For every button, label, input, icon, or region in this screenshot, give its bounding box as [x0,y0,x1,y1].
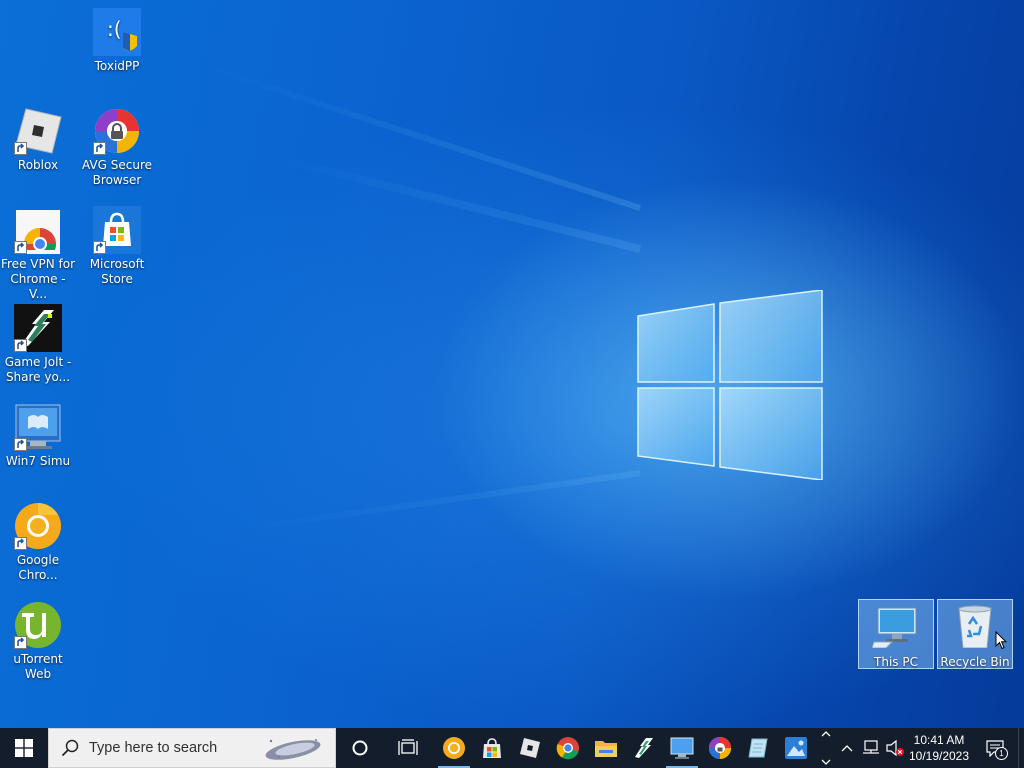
desktop-icon-toxidpp[interactable]: :( ToxidPP [79,8,155,74]
vpn-chrome-icon [14,206,62,261]
desktop-icon-label: Roblox [17,158,59,172]
search-highlight-image-icon [265,739,321,760]
wallpaper-beam [233,470,641,534]
shortcut-arrow-icon [14,636,27,649]
win7-simu-icon [14,403,62,451]
win7-simu-icon [670,737,694,759]
clock-date: 10/19/2023 [908,749,970,763]
desktop[interactable]: :( ToxidPP Roblox AVG Secure Browser Fre… [0,0,1024,728]
photos-icon [785,737,807,759]
shortcut-arrow-icon [93,241,106,254]
task-view-icon [398,739,418,755]
volume-muted-icon [886,739,904,757]
cortana-icon [352,740,368,756]
taskbar-app-microsoft-store[interactable] [472,728,512,768]
this-pc-icon [871,604,920,652]
desktop-icon-label: Microsoft Store [89,257,145,286]
taskbar-app-notepad[interactable] [738,728,778,768]
store-bag-icon [483,738,501,758]
windows-logo-icon [15,739,33,757]
shortcut-arrow-icon [14,241,27,254]
google-chrome-icon [14,502,62,550]
chevron-up-icon [841,745,853,752]
desktop-icon-free-vpn[interactable]: Free VPN for Chrome - V... [0,206,76,302]
svg-text::(: :( [107,17,122,41]
game-jolt-icon [14,304,62,352]
shortcut-arrow-icon [14,339,27,352]
show-desktop-button[interactable] [1018,728,1024,768]
taskbar-app-photos[interactable] [776,728,816,768]
chevron-up-icon[interactable] [821,730,831,738]
desktop-icon-label: ToxidPP [94,59,140,73]
network-ethernet-icon [863,740,879,754]
search-box[interactable]: Type here to search [48,728,336,768]
desktop-icon-utorrent-web[interactable]: uTorrent Web [0,601,76,682]
shortcut-arrow-icon [14,142,27,155]
clock[interactable]: 10:41 AM 10/19/2023 [906,728,972,768]
taskbar-app-roblox[interactable] [510,728,550,768]
desktop-icon-avg-secure-browser[interactable]: AVG Secure Browser [79,107,155,188]
taskbar: Type here to search 10:41 AM 10/19/2023 … [0,728,1024,768]
taskbar-app-win7-simu[interactable] [662,728,702,768]
start-button[interactable] [0,728,48,768]
taskbar-app-game-jolt[interactable] [624,728,664,768]
avg-browser-icon [93,107,141,155]
desktop-icon-label: uTorrent Web [13,652,63,681]
desktop-icon-google-chrome[interactable]: Google Chro... [0,502,76,583]
task-view-button[interactable] [388,728,428,768]
desktop-icon-label: AVG Secure Browser [81,158,153,187]
recycle-bin-icon [951,604,999,652]
search-icon [61,739,79,757]
shortcut-arrow-icon [93,142,106,155]
desktop-icon-roblox[interactable]: Roblox [0,107,76,173]
folder-icon [595,741,617,757]
avg-browser-icon [709,737,731,759]
wallpaper-beam [201,62,641,211]
shortcut-arrow-icon [14,537,27,550]
desktop-icon-label: Free VPN for Chrome - V... [0,257,75,301]
desktop-icon-label: Google Chro... [16,553,60,582]
toxidpp-icon: :( [93,8,141,56]
desktop-icon-microsoft-store[interactable]: Microsoft Store [79,206,155,287]
chevron-down-icon[interactable] [821,758,831,766]
utorrent-icon [14,601,62,649]
desktop-icon-label: This PC [874,655,918,669]
windows-logo-wallpaper [636,289,824,481]
desktop-icon-label: Game Jolt - Share yo... [4,355,72,384]
shortcut-arrow-icon [14,438,27,451]
action-center-button[interactable]: 1 [978,728,1012,768]
desktop-icon-label: Recycle Bin [940,655,1010,669]
taskbar-app-chrome-canary[interactable] [434,728,474,768]
show-hidden-icons-button[interactable] [838,728,856,768]
clock-time: 10:41 AM [913,733,965,747]
search-placeholder: Type here to search [89,740,218,756]
chrome-icon [556,737,579,760]
desktop-icon-this-pc[interactable]: This PC [858,599,934,669]
mouse-cursor-icon [995,630,1008,654]
microsoft-store-icon [93,206,141,254]
notification-count-badge: 1 [995,747,1008,760]
cortana-button[interactable] [340,728,380,768]
chrome-canary-icon [443,737,465,759]
taskbar-app-file-explorer[interactable] [586,728,626,768]
game-jolt-icon [635,738,653,758]
taskbar-app-google-chrome[interactable] [548,728,588,768]
desktop-icon-game-jolt[interactable]: Game Jolt - Share yo... [0,304,76,385]
desktop-icon-win7-simu[interactable]: Win7 Simu [0,403,76,469]
taskbar-app-avg-browser[interactable] [700,728,740,768]
roblox-icon [520,738,540,758]
network-status-button[interactable] [860,728,882,768]
notepad-icon [748,738,768,758]
volume-button[interactable] [884,728,906,768]
roblox-icon [14,107,62,155]
taskbar-scroll[interactable] [818,728,834,768]
desktop-icon-label: Win7 Simu [5,454,71,468]
wallpaper-beam [260,150,641,253]
